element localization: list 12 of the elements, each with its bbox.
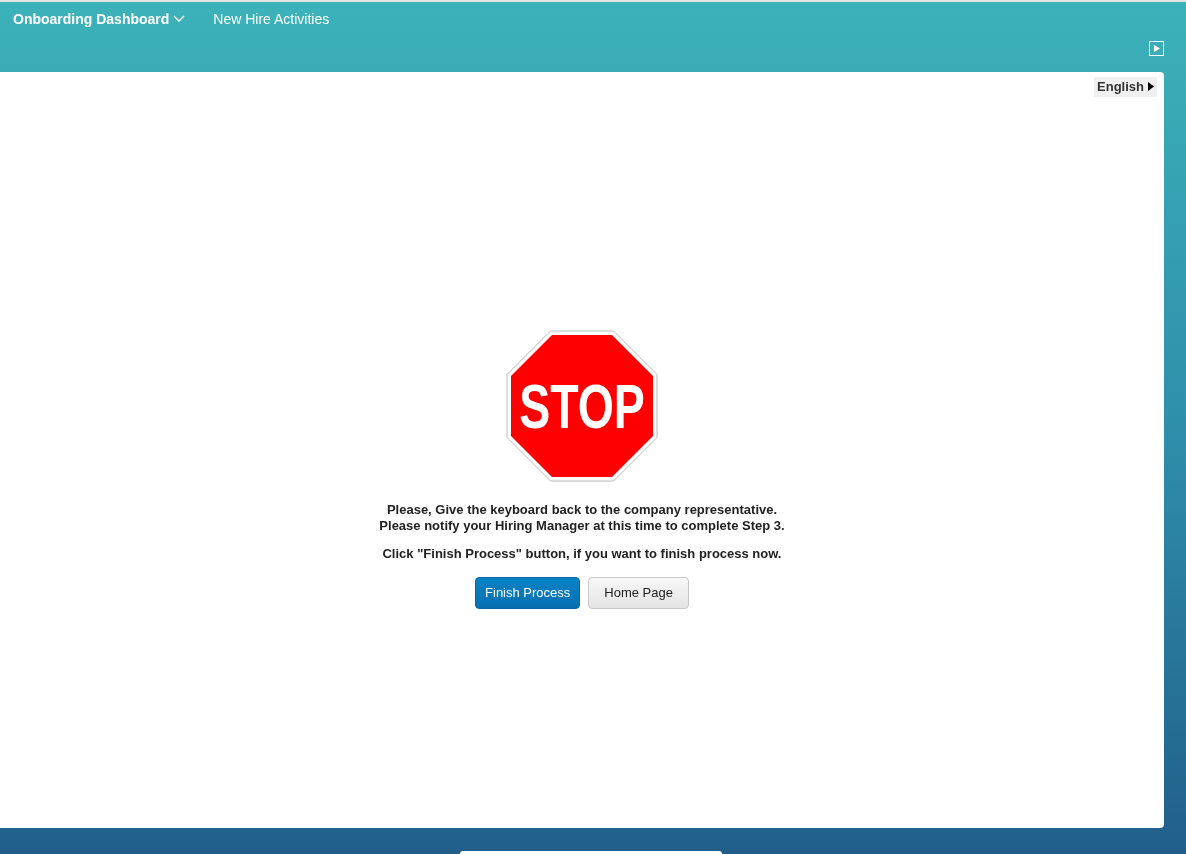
home-page-button[interactable]: Home Page [588,577,689,609]
instruction-text: Click "Finish Process" button, if you want to finish process now. [382,544,782,563]
language-selector[interactable]: English [1094,77,1157,97]
nav-link[interactable]: New Hire Activities [213,8,330,30]
message-text: Please notify your Hiring Manager at this time to complete Step 3. [379,517,785,534]
message-text: Please, Give the keyboard back to the company representative. [386,501,778,518]
dashboard-menu[interactable]: Onboarding Dashboard [13,8,186,30]
stop-text: STOP [519,370,645,442]
play-icon[interactable] [1149,41,1164,56]
finish-process-button[interactable]: Finish Process [475,577,581,609]
caret-right-icon [1148,82,1154,92]
chevron-down-icon [173,15,186,23]
